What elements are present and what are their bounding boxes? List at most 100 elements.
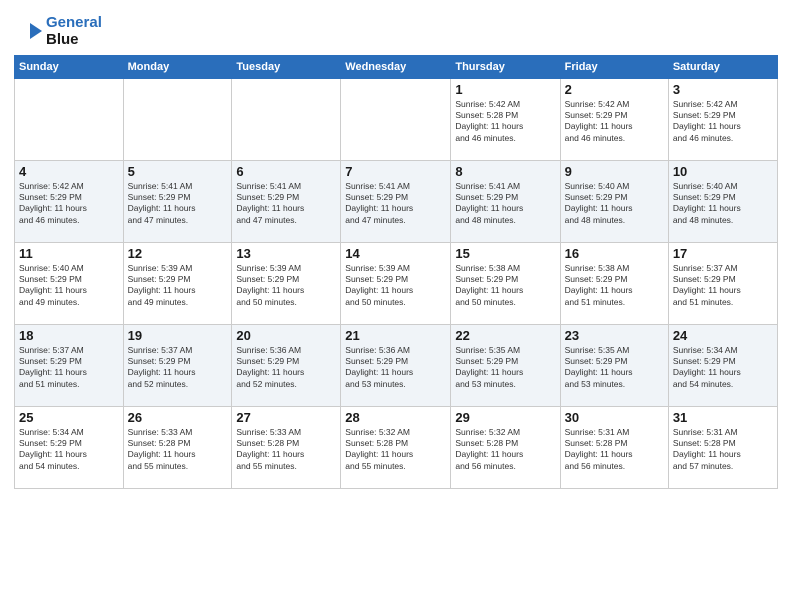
day-info: Sunrise: 5:41 AM Sunset: 5:29 PM Dayligh… bbox=[455, 181, 555, 227]
day-info: Sunrise: 5:33 AM Sunset: 5:28 PM Dayligh… bbox=[128, 427, 228, 473]
day-number: 8 bbox=[455, 164, 555, 179]
weekday-header-sunday: Sunday bbox=[15, 55, 124, 78]
day-info: Sunrise: 5:33 AM Sunset: 5:28 PM Dayligh… bbox=[236, 427, 336, 473]
day-number: 18 bbox=[19, 328, 119, 343]
day-number: 14 bbox=[345, 246, 446, 261]
day-number: 11 bbox=[19, 246, 119, 261]
calendar-cell: 30 Sunrise: 5:31 AM Sunset: 5:28 PM Dayli… bbox=[560, 406, 668, 488]
weekday-header-friday: Friday bbox=[560, 55, 668, 78]
calendar-cell: 25 Sunrise: 5:34 AM Sunset: 5:29 PM Dayli… bbox=[15, 406, 124, 488]
day-info: Sunrise: 5:40 AM Sunset: 5:29 PM Dayligh… bbox=[673, 181, 773, 227]
day-info: Sunrise: 5:34 AM Sunset: 5:29 PM Dayligh… bbox=[673, 345, 773, 391]
week-row-5: 25 Sunrise: 5:34 AM Sunset: 5:29 PM Dayli… bbox=[15, 406, 778, 488]
calendar-cell: 16 Sunrise: 5:38 AM Sunset: 5:29 PM Dayli… bbox=[560, 242, 668, 324]
day-info: Sunrise: 5:38 AM Sunset: 5:29 PM Dayligh… bbox=[455, 263, 555, 309]
day-info: Sunrise: 5:32 AM Sunset: 5:28 PM Dayligh… bbox=[455, 427, 555, 473]
calendar-cell: 23Sunrise: 5:35 AM Sunset: 5:29 PM Dayli… bbox=[560, 324, 668, 406]
day-number: 30 bbox=[565, 410, 664, 425]
day-info: Sunrise: 5:39 AM Sunset: 5:29 PM Dayligh… bbox=[128, 263, 228, 309]
calendar-cell: 21 Sunrise: 5:36 AM Sunset: 5:29 PM Dayli… bbox=[341, 324, 451, 406]
calendar-cell bbox=[15, 78, 124, 160]
header: GeneralBlue bbox=[14, 10, 778, 49]
calendar-cell: 18Sunrise: 5:37 AM Sunset: 5:29 PM Dayli… bbox=[15, 324, 124, 406]
weekday-header-row: SundayMondayTuesdayWednesdayThursdayFrid… bbox=[15, 55, 778, 78]
calendar-cell: 28 Sunrise: 5:32 AM Sunset: 5:28 PM Dayli… bbox=[341, 406, 451, 488]
day-number: 3 bbox=[673, 82, 773, 97]
day-number: 20 bbox=[236, 328, 336, 343]
day-info: Sunrise: 5:37 AM Sunset: 5:29 PM Dayligh… bbox=[128, 345, 228, 391]
day-info: Sunrise: 5:31 AM Sunset: 5:28 PM Dayligh… bbox=[673, 427, 773, 473]
calendar-cell: 12Sunrise: 5:39 AM Sunset: 5:29 PM Dayli… bbox=[123, 242, 232, 324]
day-info: Sunrise: 5:41 AM Sunset: 5:29 PM Dayligh… bbox=[128, 181, 228, 227]
calendar-cell: 26 Sunrise: 5:33 AM Sunset: 5:28 PM Dayli… bbox=[123, 406, 232, 488]
calendar-cell: 27 Sunrise: 5:33 AM Sunset: 5:28 PM Dayli… bbox=[232, 406, 341, 488]
weekday-header-monday: Monday bbox=[123, 55, 232, 78]
day-number: 13 bbox=[236, 246, 336, 261]
day-number: 19 bbox=[128, 328, 228, 343]
day-info: Sunrise: 5:35 AM Sunset: 5:29 PM Dayligh… bbox=[565, 345, 664, 391]
day-number: 9 bbox=[565, 164, 664, 179]
day-number: 24 bbox=[673, 328, 773, 343]
day-info: Sunrise: 5:39 AM Sunset: 5:29 PM Dayligh… bbox=[236, 263, 336, 309]
day-number: 6 bbox=[236, 164, 336, 179]
day-info: Sunrise: 5:40 AM Sunset: 5:29 PM Dayligh… bbox=[565, 181, 664, 227]
calendar-cell: 7 Sunrise: 5:41 AM Sunset: 5:29 PM Daylig… bbox=[341, 160, 451, 242]
day-info: Sunrise: 5:38 AM Sunset: 5:29 PM Dayligh… bbox=[565, 263, 664, 309]
day-info: Sunrise: 5:42 AM Sunset: 5:29 PM Dayligh… bbox=[565, 99, 664, 145]
week-row-4: 18 Sunrise: 5:37 AM Sunset: 5:29 PM Dayli… bbox=[15, 324, 778, 406]
day-number: 7 bbox=[345, 164, 446, 179]
day-info: Sunrise: 5:32 AM Sunset: 5:28 PM Dayligh… bbox=[345, 427, 446, 473]
page-container: GeneralBlue SundayMondayTuesdayWednesday… bbox=[0, 0, 792, 499]
calendar-cell: 9 Sunrise: 5:40 AM Sunset: 5:29 PM Daylig… bbox=[560, 160, 668, 242]
calendar-cell bbox=[232, 78, 341, 160]
day-info: Sunrise: 5:41 AM Sunset: 5:29 PM Dayligh… bbox=[236, 181, 336, 227]
day-info: Sunrise: 5:34 AM Sunset: 5:29 PM Dayligh… bbox=[19, 427, 119, 473]
day-info: Sunrise: 5:39 AM Sunset: 5:29 PM Dayligh… bbox=[345, 263, 446, 309]
day-number: 16 bbox=[565, 246, 664, 261]
calendar-cell bbox=[123, 78, 232, 160]
day-info: Sunrise: 5:35 AM Sunset: 5:29 PM Dayligh… bbox=[455, 345, 555, 391]
calendar-table: SundayMondayTuesdayWednesdayThursdayFrid… bbox=[14, 55, 778, 489]
day-number: 21 bbox=[345, 328, 446, 343]
day-number: 29 bbox=[455, 410, 555, 425]
day-number: 27 bbox=[236, 410, 336, 425]
calendar-cell: 14 Sunrise: 5:39 AM Sunset: 5:29 PM Dayli… bbox=[341, 242, 451, 324]
calendar-cell: 2Sunrise: 5:42 AM Sunset: 5:29 PM Daylig… bbox=[560, 78, 668, 160]
calendar-cell: 29 Sunrise: 5:32 AM Sunset: 5:28 PM Dayli… bbox=[451, 406, 560, 488]
week-row-1: 1 Sunrise: 5:42 AM Sunset: 5:28 PM Daylig… bbox=[15, 78, 778, 160]
day-number: 17 bbox=[673, 246, 773, 261]
weekday-header-tuesday: Tuesday bbox=[232, 55, 341, 78]
calendar-cell: 20 Sunrise: 5:36 AM Sunset: 5:29 PM Dayli… bbox=[232, 324, 341, 406]
weekday-header-saturday: Saturday bbox=[668, 55, 777, 78]
day-number: 4 bbox=[19, 164, 119, 179]
day-number: 1 bbox=[455, 82, 555, 97]
day-info: Sunrise: 5:41 AM Sunset: 5:29 PM Dayligh… bbox=[345, 181, 446, 227]
logo-svg bbox=[14, 15, 46, 47]
day-number: 15 bbox=[455, 246, 555, 261]
day-number: 10 bbox=[673, 164, 773, 179]
weekday-header-thursday: Thursday bbox=[451, 55, 560, 78]
day-number: 22 bbox=[455, 328, 555, 343]
calendar-cell: 10 Sunrise: 5:40 AM Sunset: 5:29 PM Dayli… bbox=[668, 160, 777, 242]
day-number: 28 bbox=[345, 410, 446, 425]
day-info: Sunrise: 5:31 AM Sunset: 5:28 PM Dayligh… bbox=[565, 427, 664, 473]
calendar-cell: 4Sunrise: 5:42 AM Sunset: 5:29 PM Daylig… bbox=[15, 160, 124, 242]
day-number: 25 bbox=[19, 410, 119, 425]
day-number: 31 bbox=[673, 410, 773, 425]
week-row-3: 11Sunrise: 5:40 AM Sunset: 5:29 PM Dayli… bbox=[15, 242, 778, 324]
day-info: Sunrise: 5:37 AM Sunset: 5:29 PM Dayligh… bbox=[673, 263, 773, 309]
logo-text: GeneralBlue bbox=[46, 14, 102, 49]
day-info: Sunrise: 5:36 AM Sunset: 5:29 PM Dayligh… bbox=[345, 345, 446, 391]
calendar-cell: 22 Sunrise: 5:35 AM Sunset: 5:29 PM Dayli… bbox=[451, 324, 560, 406]
calendar-cell: 13 Sunrise: 5:39 AM Sunset: 5:29 PM Dayli… bbox=[232, 242, 341, 324]
calendar-cell: 8 Sunrise: 5:41 AM Sunset: 5:29 PM Daylig… bbox=[451, 160, 560, 242]
day-number: 26 bbox=[128, 410, 228, 425]
calendar-cell: 3 Sunrise: 5:42 AM Sunset: 5:29 PM Daylig… bbox=[668, 78, 777, 160]
day-info: Sunrise: 5:36 AM Sunset: 5:29 PM Dayligh… bbox=[236, 345, 336, 391]
calendar-cell bbox=[341, 78, 451, 160]
day-info: Sunrise: 5:42 AM Sunset: 5:28 PM Dayligh… bbox=[455, 99, 555, 145]
day-number: 5 bbox=[128, 164, 228, 179]
calendar-cell: 24 Sunrise: 5:34 AM Sunset: 5:29 PM Dayli… bbox=[668, 324, 777, 406]
calendar-cell: 17 Sunrise: 5:37 AM Sunset: 5:29 PM Dayli… bbox=[668, 242, 777, 324]
day-info: Sunrise: 5:42 AM Sunset: 5:29 PM Dayligh… bbox=[673, 99, 773, 145]
